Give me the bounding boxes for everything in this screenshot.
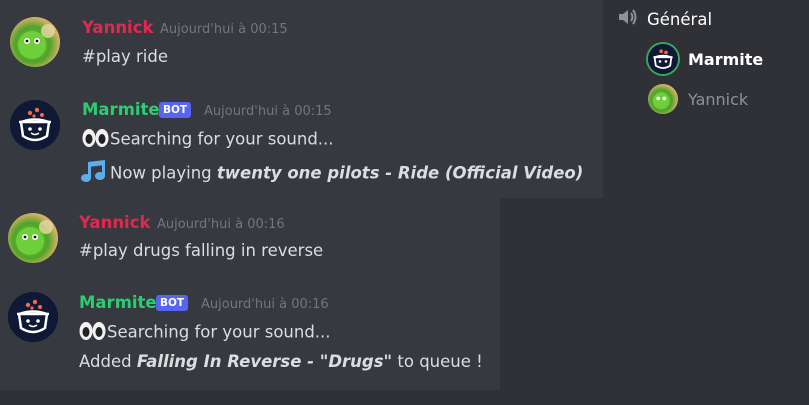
searching-text: Searching for your sound... (110, 129, 334, 149)
message-text: #play ride (82, 47, 168, 66)
username-marmite[interactable]: Marmite (82, 100, 160, 119)
username-marmite[interactable]: Marmite (79, 293, 157, 312)
queue-label: to queue ! (392, 352, 483, 371)
voice-member-marmite[interactable]: Marmite (648, 44, 763, 74)
voice-channel-header[interactable]: Général (617, 6, 712, 32)
message-text: Searching for your sound... (79, 321, 331, 345)
searching-text: Searching for your sound... (107, 322, 331, 342)
timestamp: Aujourd'hui à 00:15 (204, 104, 332, 119)
timestamp: Aujourd'hui à 00:16 (201, 297, 329, 312)
avatar-yannick[interactable] (10, 17, 60, 67)
voice-member-name: Marmite (688, 49, 764, 69)
avatar-marmite[interactable] (10, 100, 60, 150)
eyes-emoji (79, 321, 107, 345)
track-title: twenty one pilots - Ride (Official Video… (216, 163, 584, 183)
message-text: Added Falling In Reverse - "Drugs" to qu… (79, 352, 483, 371)
track-title: Falling In Reverse - "Drugs" (136, 352, 393, 371)
avatar-marmite[interactable] (8, 292, 58, 342)
voice-member-name: Yannick (688, 89, 749, 109)
bot-badge: BOT (159, 102, 192, 118)
avatar-yannick (648, 84, 678, 114)
message-text: Now playing twenty one pilots - Ride (Of… (80, 160, 583, 188)
message-text: #play drugs falling in reverse (79, 241, 324, 260)
eyes-emoji (82, 128, 110, 152)
voice-channel-name: Général (647, 9, 713, 29)
added-label: Added (79, 352, 137, 371)
avatar-yannick[interactable] (8, 213, 58, 263)
message-text: Searching for your sound... (82, 128, 334, 152)
now-playing-label: Now playing (110, 163, 217, 183)
timestamp: Aujourd'hui à 00:15 (160, 22, 288, 37)
musical-note-emoji (80, 160, 110, 188)
speaker-icon (617, 6, 639, 32)
timestamp: Aujourd'hui à 00:16 (157, 217, 285, 232)
bot-badge: BOT (156, 295, 189, 311)
username-yannick[interactable]: Yannick (79, 213, 150, 232)
avatar-marmite (648, 44, 678, 74)
username-yannick[interactable]: Yannick (82, 18, 153, 37)
voice-member-yannick[interactable]: Yannick (648, 84, 748, 114)
